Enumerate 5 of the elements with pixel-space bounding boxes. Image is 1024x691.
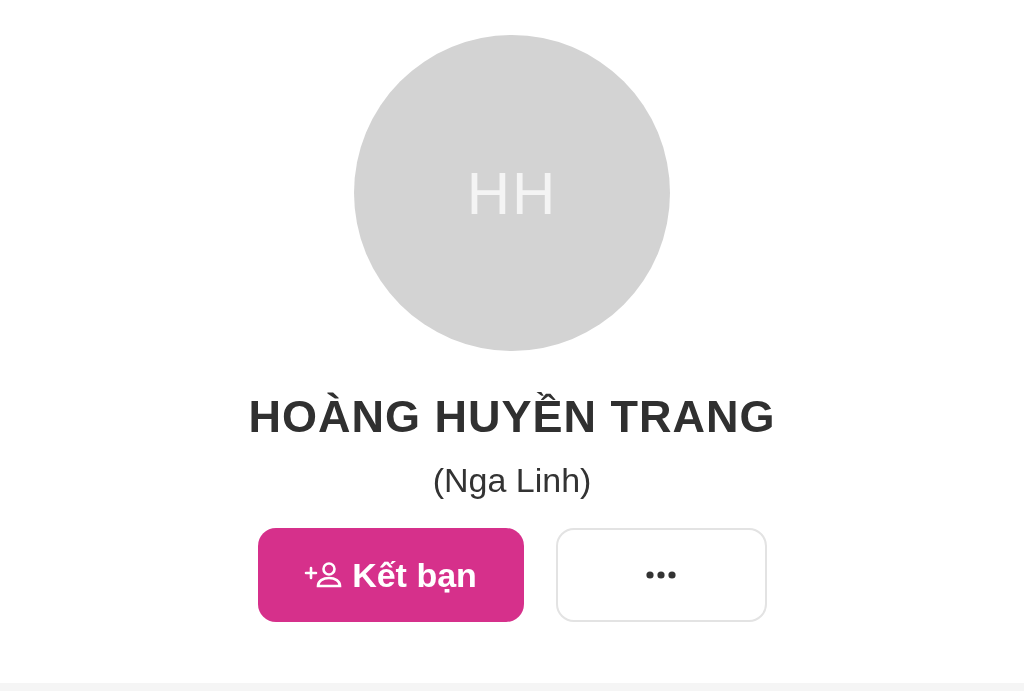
add-friend-button[interactable]: Kết bạn	[257, 528, 524, 622]
profile-alias: (Nga Linh)	[432, 461, 592, 500]
more-icon	[646, 571, 676, 579]
more-button[interactable]	[555, 528, 767, 622]
profile-name: HOÀNG HUYỀN TRANG	[248, 391, 776, 443]
